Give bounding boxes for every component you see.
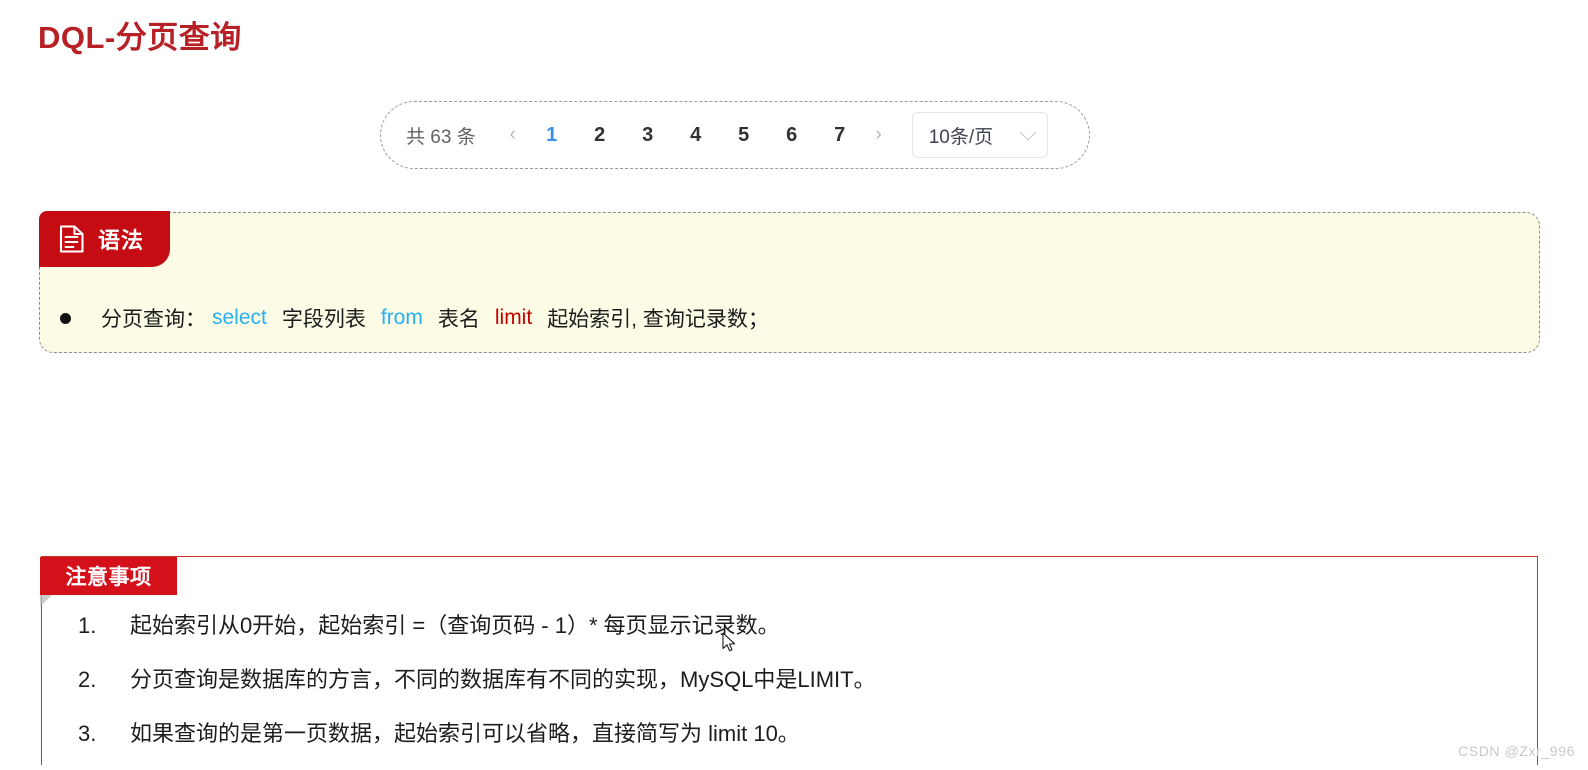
list-item: 2. 分页查询是数据库的方言，不同的数据库有不同的实现，MySQL中是LIMIT… (78, 662, 1478, 694)
note-number: 2. (78, 667, 97, 692)
bullet-icon (60, 312, 71, 324)
page-size-select[interactable]: 10条/页 (911, 112, 1048, 158)
list-item: 3. 如果查询的是第一页数据，起始索引可以省略，直接简写为 limit 10。 (78, 716, 1478, 748)
pagination-page-6[interactable]: 6 (768, 124, 816, 147)
pagination-total-label: 共 63 条 (406, 126, 476, 148)
pagination-page-1[interactable]: 1 (528, 124, 576, 147)
syntax-badge: 语法 (39, 211, 171, 267)
pagination-page-2[interactable]: 2 (576, 124, 624, 147)
syntax-badge-label: 语法 (98, 228, 145, 253)
notes-badge-shadow (40, 595, 52, 607)
notes-badge-label: 注意事项 (65, 566, 152, 589)
page-size-value: 10条/页 (928, 126, 994, 148)
chevron-down-icon (1019, 123, 1037, 141)
syntax-suffix: 起始索引, 查询记录数； (547, 308, 769, 331)
pagination-page-5[interactable]: 5 (720, 124, 768, 147)
watermark: CSDN @Zxr_996 (1458, 743, 1575, 759)
note-number: 1. (78, 613, 97, 638)
syntax-table: 表名 (437, 308, 480, 331)
keyword-limit: limit (494, 306, 533, 329)
keyword-from: from (380, 306, 423, 329)
notes-badge: 注意事项 (40, 557, 177, 595)
syntax-prefix: 分页查询： (101, 308, 206, 331)
syntax-fields: 字段列表 (281, 308, 366, 331)
pagination: 共 63 条 ‹ 1 2 3 4 5 6 7 › 10条/页 (381, 102, 1089, 168)
chevron-right-icon[interactable]: › (864, 124, 894, 146)
chevron-left-icon[interactable]: ‹ (498, 124, 528, 146)
pagination-page-7[interactable]: 7 (816, 124, 864, 147)
syntax-statement: 分页查询： select 字段列表 from 表名 limit 起始索引, 查询… (60, 303, 769, 333)
note-text: 分页查询是数据库的方言，不同的数据库有不同的实现，MySQL中是LIMIT。 (130, 667, 876, 692)
keyword-select: select (212, 306, 267, 329)
pagination-highlight-frame: 共 63 条 ‹ 1 2 3 4 5 6 7 › 10条/页 (380, 101, 1090, 169)
note-number: 3. (78, 721, 97, 746)
document-icon (59, 224, 85, 254)
list-item: 1. 起始索引从0开始，起始索引 =（查询页码 - 1）* 每页显示记录数。 (78, 608, 1478, 640)
pagination-page-4[interactable]: 4 (672, 124, 720, 147)
note-text: 如果查询的是第一页数据，起始索引可以省略，直接简写为 limit 10。 (130, 721, 800, 746)
notes-list: 1. 起始索引从0开始，起始索引 =（查询页码 - 1）* 每页显示记录数。 2… (78, 608, 1478, 770)
page-title: DQL-分页查询 (38, 20, 242, 55)
note-text: 起始索引从0开始，起始索引 =（查询页码 - 1）* 每页显示记录数。 (130, 613, 780, 638)
pagination-page-3[interactable]: 3 (624, 124, 672, 147)
